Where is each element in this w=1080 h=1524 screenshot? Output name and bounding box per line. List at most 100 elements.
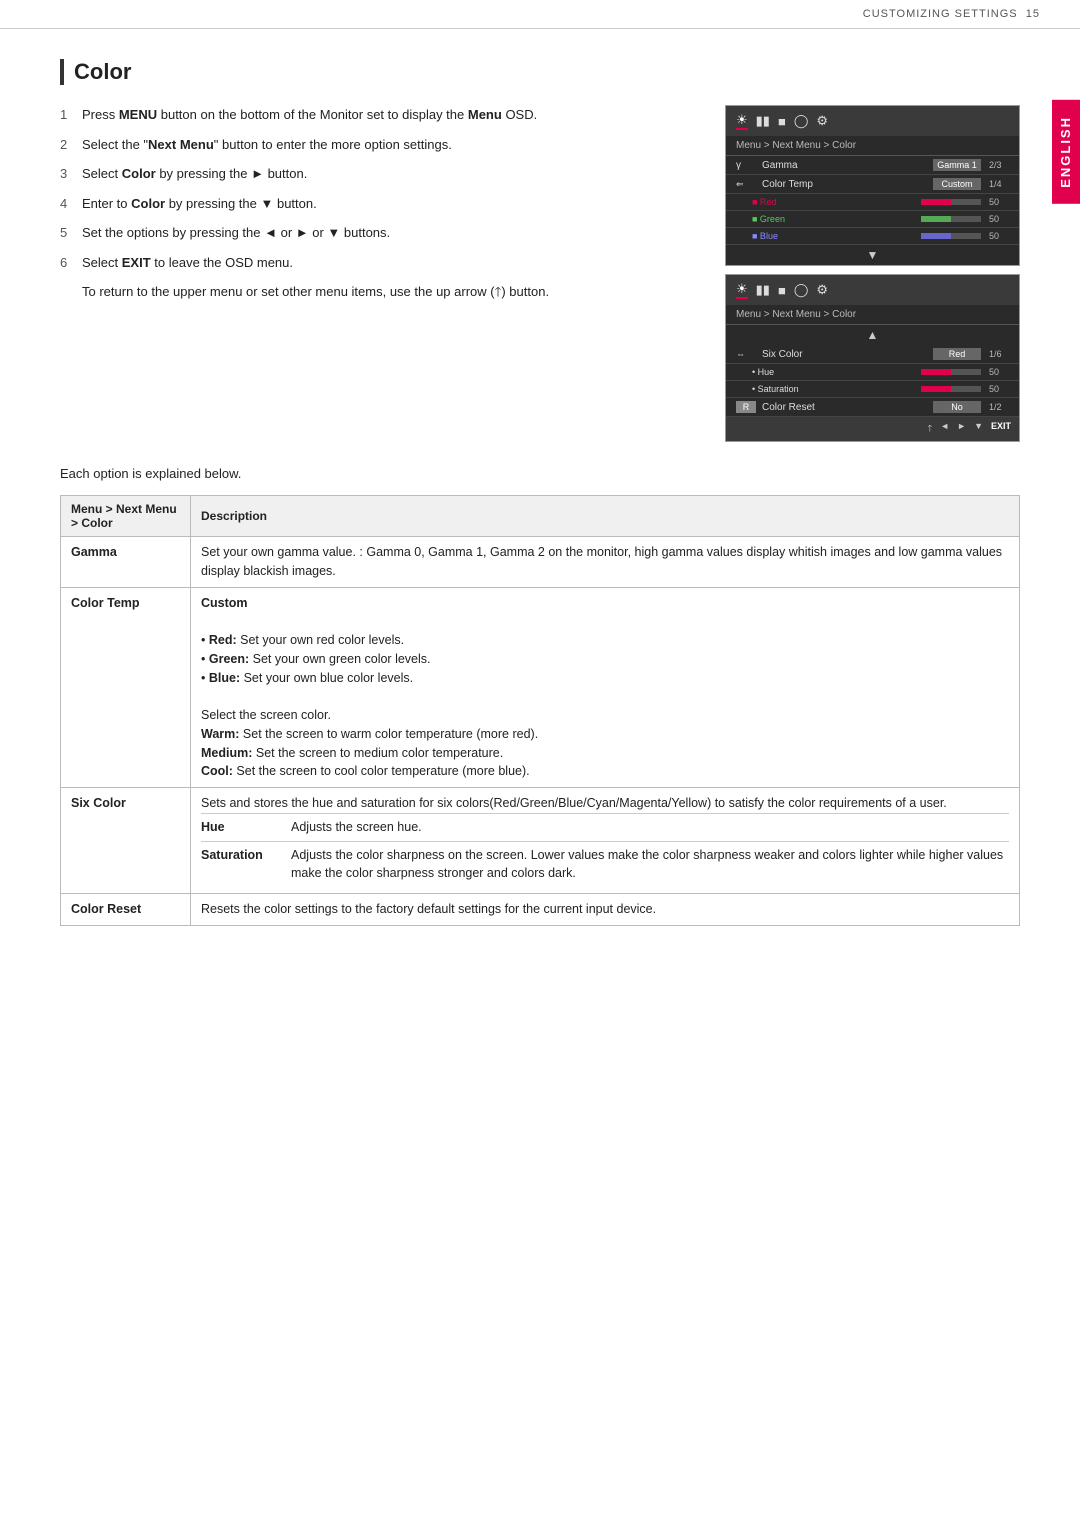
step-2: 2 Select the "Next Menu" button to enter… [60,135,695,155]
osd-colortemp-badge-container: Custom 1/4 [933,178,1009,190]
osd2-footer-right: ► [957,421,966,437]
table-row-colorreset: Color Reset Resets the color settings to… [61,894,1020,926]
osd2-footer-up: 🡑 [928,421,933,437]
osd2-sixcolor-label: Six Color [762,349,933,360]
sixcolor-label: Six Color [61,788,191,894]
osd-red-value: 50 [989,197,1009,207]
step-text-2: Select the "Next Menu" button to enter t… [82,135,695,155]
osd2-colorreset-badge: No [933,401,981,413]
english-tab: ENGLISH [1052,100,1080,204]
osd-icon-circle: ◯ [794,113,809,129]
col-description-header: Description [191,496,1020,537]
sixcolor-description: Sets and stores the hue and saturation f… [191,788,1020,894]
main-content: Color 1 Press MENU button on the bottom … [0,29,1080,956]
step-num-6: 6 [60,253,74,273]
osd-colortemp-count: 1/4 [989,179,1009,189]
sixcolor-inner-table: Hue Adjusts the screen hue. Saturation A… [201,813,1009,887]
osd2-footer-down: ▼ [974,421,983,437]
osd-breadcrumb-2: Menu > Next Menu > Color [726,305,1019,325]
osd2-footer-exit: EXIT [991,421,1011,437]
table-row-sixcolor: Six Color Sets and stores the hue and sa… [61,788,1020,894]
osd2-colorreset-icon: R [736,401,756,413]
osd2-saturation-fill [921,386,951,392]
page-number: 15 [1026,8,1040,20]
osd2-saturation-bar-container: 50 [921,384,1009,394]
note-text: To return to the upper menu or set other… [82,282,695,303]
col-menu-header: Menu > Next Menu > Color [61,496,191,537]
osd-green-bar-container: 50 [921,214,1009,224]
osd-red-bar-container: 50 [921,197,1009,207]
osd-red-fill [921,199,951,205]
step-num-5: 5 [60,223,74,243]
step-text-4: Enter to Color by pressing the ▼ button. [82,194,695,214]
saturation-inner-label: Saturation [201,841,291,887]
osd-gamma-label: Gamma [762,160,933,171]
osd-colortemp-icon: ⇐ [736,179,756,190]
inner-row-hue: Hue Adjusts the screen hue. [201,813,1009,841]
osd2-up-arrow-row: ▲ [726,325,1019,345]
osd2-icon-square: ■ [778,283,786,298]
osd-green-fill [921,216,951,222]
osd2-hue-value: 50 [989,367,1009,377]
osd2-saturation-label: • Saturation [736,384,921,394]
osd-icon-square: ■ [778,114,786,129]
osd-blue-fill [921,233,951,239]
osd-down-arrow-row: ▼ [726,245,1019,265]
osd-green-bar [921,216,981,222]
step-5: 5 Set the options by pressing the ◄ or ►… [60,223,695,243]
step-text-6: Select EXIT to leave the OSD menu. [82,253,695,273]
osd2-row-colorreset: R Color Reset No 1/2 [726,398,1019,417]
osd2-icon-menu: ▮▮ [756,282,770,298]
section-label: CUSTOMIZING SETTINGS [863,8,1018,20]
osd-blue-label: ■ Blue [736,231,921,241]
osd-breadcrumb-1: Menu > Next Menu > Color [726,136,1019,156]
osd2-hue-bar [921,369,981,375]
osd-icon-menu: ▮▮ [756,113,770,129]
hue-inner-label: Hue [201,813,291,841]
colorreset-label: Color Reset [61,894,191,926]
step-4: 4 Enter to Color by pressing the ▼ butto… [60,194,695,214]
hue-inner-desc: Adjusts the screen hue. [291,813,1009,841]
osd-blue-bar [921,233,981,239]
inner-row-saturation: Saturation Adjusts the color sharpness o… [201,841,1009,887]
colorreset-description: Resets the color settings to the factory… [191,894,1020,926]
osd2-hue-fill [921,369,951,375]
osd2-hue-label: • Hue [736,367,921,377]
osd-down-arrow-icon: ▼ [867,248,879,262]
step-text-3: Select Color by pressing the ► button. [82,164,695,184]
osd2-icon-gear: ⚙ [816,282,828,298]
osd-row-colortemp: ⇐ Color Temp Custom 1/4 [726,175,1019,194]
step-3: 3 Select Color by pressing the ► button. [60,164,695,184]
osd2-hue-bar-container: 50 [921,367,1009,377]
osd-gamma-badge-container: Gamma 1 2/3 [933,159,1009,171]
osd-row-green: ■ Green 50 [726,211,1019,228]
osd-icons-row-1: ☀ ▮▮ ■ ◯ ⚙ [726,106,1019,136]
osd-gamma-icon: γ [736,160,756,171]
osd2-sixcolor-icon: ⇔ [736,349,756,359]
osd-row-gamma: γ Gamma Gamma 1 2/3 [726,156,1019,175]
gamma-description: Set your own gamma value. : Gamma 0, Gam… [191,537,1020,588]
osd2-footer-left: ◄ [940,421,949,437]
osd2-saturation-bar [921,386,981,392]
osd2-row-saturation: • Saturation 50 [726,381,1019,398]
osd-gamma-badge: Gamma 1 [933,159,981,171]
osd-colortemp-badge: Custom [933,178,981,190]
osd-red-label: ■ Red [736,197,921,207]
osd-red-bar [921,199,981,205]
osd2-footer: 🡑 ◄ ► ▼ EXIT [726,417,1019,441]
gamma-label: Gamma [61,537,191,588]
osd2-colorreset-label: Color Reset [762,402,933,413]
page-title: Color [60,59,1020,85]
osd-row-red: ■ Red 50 [726,194,1019,211]
options-table: Menu > Next Menu > Color Description Gam… [60,495,1020,926]
osd-screen-2: ☀ ▮▮ ■ ◯ ⚙ Menu > Next Menu > Color ▲ ⇔ … [725,274,1020,442]
osd2-row-sixcolor: ⇔ Six Color Red 1/6 [726,345,1019,364]
instructions-list: 1 Press MENU button on the bottom of the… [60,105,695,442]
step-num-1: 1 [60,105,74,125]
osd2-sixcolor-badge: Red [933,348,981,360]
osd-icon-sun: ☀ [736,112,748,130]
top-section: 1 Press MENU button on the bottom of the… [60,105,1020,442]
osd-green-value: 50 [989,214,1009,224]
step-text-5: Set the options by pressing the ◄ or ► o… [82,223,695,243]
osd2-sixcolor-badge-container: Red 1/6 [933,348,1009,360]
